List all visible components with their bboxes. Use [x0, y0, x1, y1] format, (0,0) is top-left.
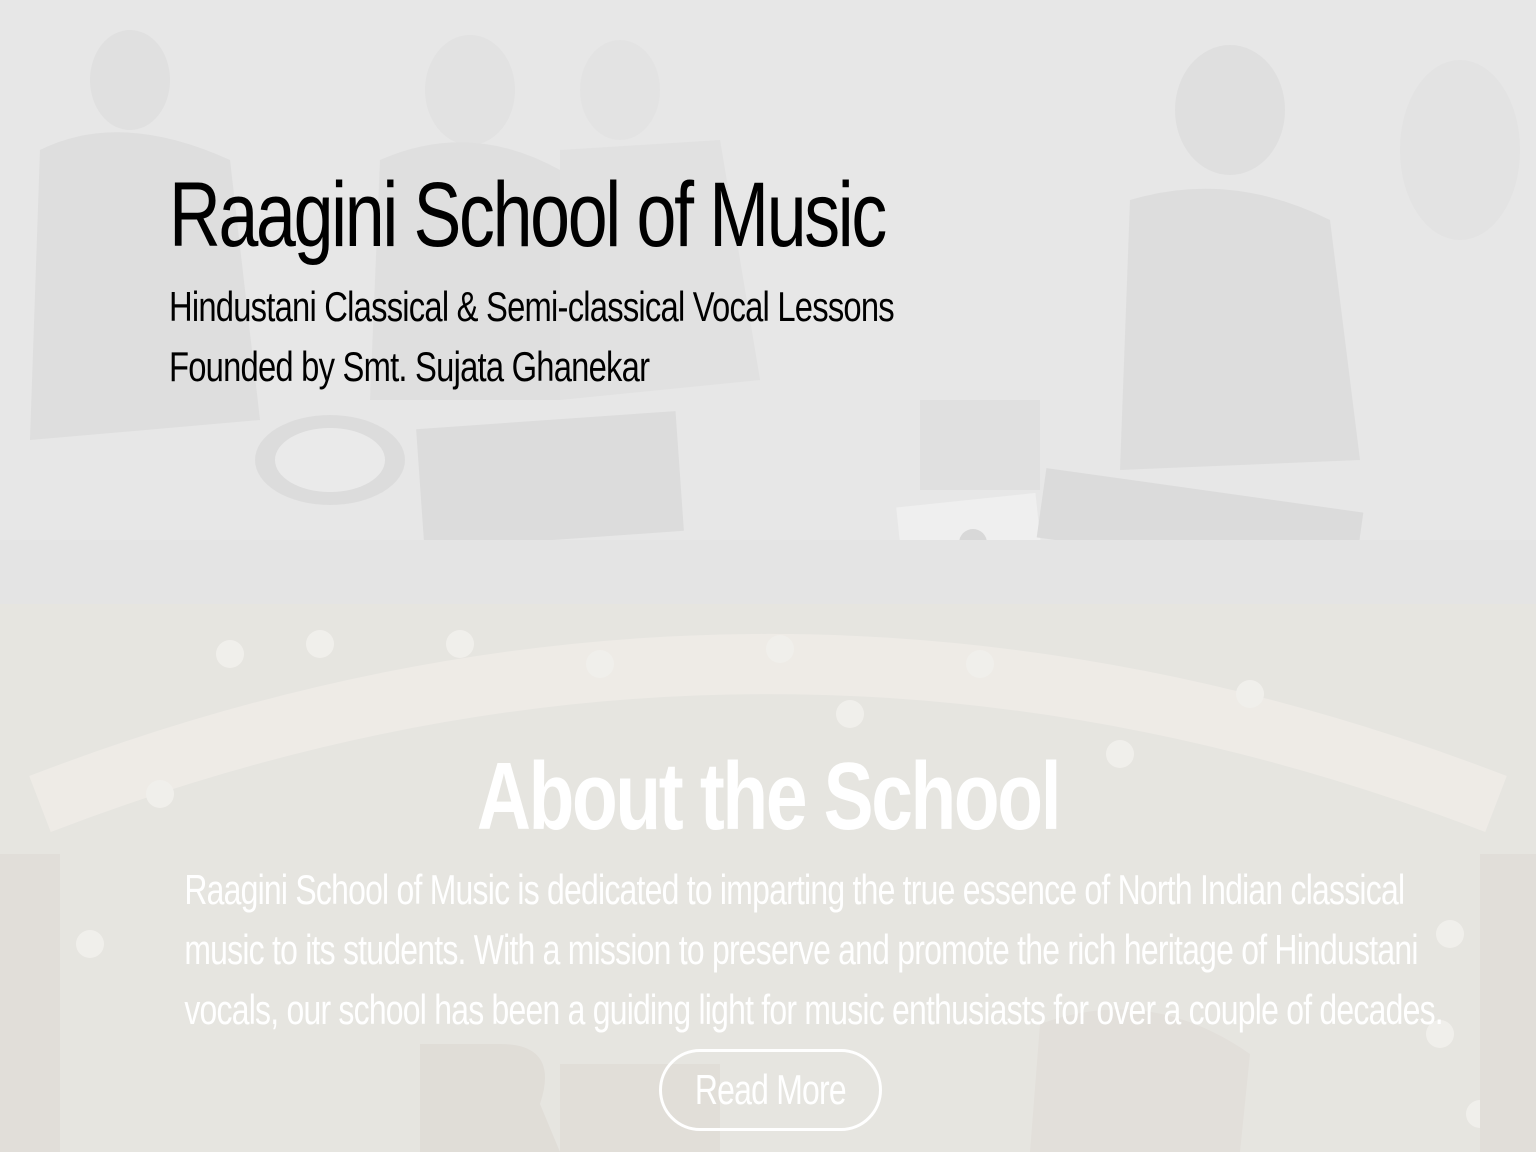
- hero-founder-line: Founded by Smt. Sujata Ghanekar: [168, 343, 650, 390]
- about-description-line: Raagini School of Music is dedicated to …: [184, 866, 1405, 913]
- read-more-button[interactable]: Read More: [659, 1049, 882, 1131]
- about-description: Raagini School of Music is dedicated to …: [184, 860, 1443, 1040]
- about-section: About the School Raagini School of Music…: [0, 604, 1536, 1152]
- about-description-line: vocals, our school has been a guiding li…: [184, 986, 1443, 1033]
- hero-section: Raagini School of Music Hindustani Class…: [0, 0, 1536, 604]
- hero-subtitle: Hindustani Classical & Semi-classical Vo…: [168, 283, 895, 330]
- landing-page: Raagini School of Music Hindustani Class…: [0, 0, 1536, 1152]
- hero-title: Raagini School of Music: [168, 164, 887, 266]
- about-heading: About the School: [476, 743, 1062, 850]
- read-more-label: Read More: [694, 1066, 847, 1113]
- about-description-line: music to its students. With a mission to…: [184, 926, 1418, 973]
